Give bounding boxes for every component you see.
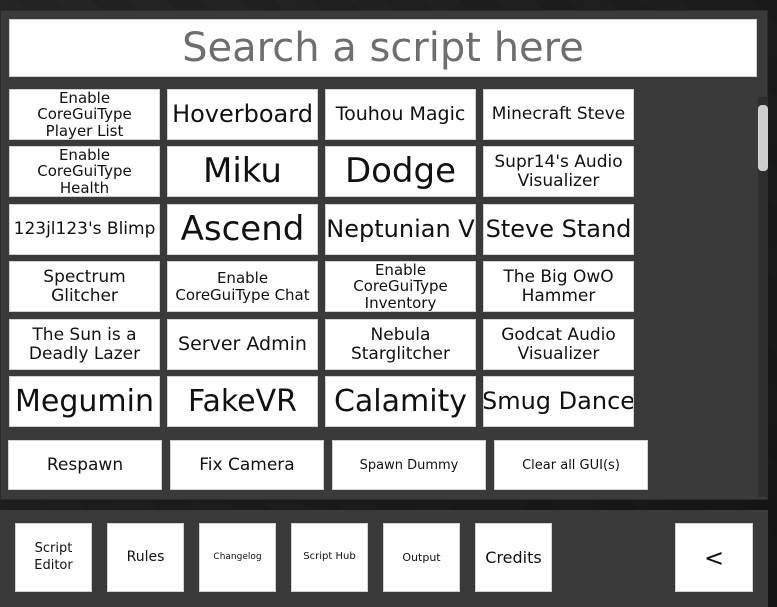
changelog-button[interactable]: Changelog <box>199 523 276 592</box>
script-button-the-sun-is-a-deadly-lazer[interactable]: The Sun is a Deadly Lazer <box>9 319 160 370</box>
script-button-dodge[interactable]: Dodge <box>325 146 476 197</box>
search-input[interactable]: Search a script here <box>9 19 757 77</box>
script-button-nebula-starglitcher[interactable]: Nebula Starglitcher <box>325 319 476 370</box>
script-editor-button[interactable]: Script Editor <box>15 523 92 592</box>
script-hub-panel: Search a script here Enable CoreGuiType … <box>0 10 768 500</box>
script-button-123jl123s-blimp[interactable]: 123jl123's Blimp <box>9 204 160 255</box>
script-button-enable-coreguitype-inventory[interactable]: Enable CoreGuiType Inventory <box>325 261 476 312</box>
spawn-dummy-button[interactable]: Spawn Dummy <box>332 440 486 490</box>
script-button-godcat-audio-visualizer[interactable]: Godcat Audio Visualizer <box>483 319 634 370</box>
script-button-server-admin[interactable]: Server Admin <box>167 319 318 370</box>
script-button-megumin[interactable]: Megumin <box>9 376 160 427</box>
script-button-fakevr[interactable]: FakeVR <box>167 376 318 427</box>
script-button-steve-stand[interactable]: Steve Stand <box>483 204 634 255</box>
collapse-button[interactable]: < <box>675 523 753 592</box>
script-button-enable-coreguitype-health[interactable]: Enable CoreGuiType Health <box>9 146 160 197</box>
script-button-spectrum-glitcher[interactable]: Spectrum Glitcher <box>9 261 160 312</box>
script-button-minecraft-steve[interactable]: Minecraft Steve <box>483 89 634 140</box>
script-button-miku[interactable]: Miku <box>167 146 318 197</box>
script-button-ascend[interactable]: Ascend <box>167 204 318 255</box>
respawn-button[interactable]: Respawn <box>8 440 162 490</box>
script-button-smug-dance[interactable]: Smug Dance <box>483 376 634 427</box>
clear-all-gui-button[interactable]: Clear all GUI(s) <box>494 440 648 490</box>
output-button[interactable]: Output <box>383 523 460 592</box>
script-button-touhou-magic[interactable]: Touhou Magic <box>325 89 476 140</box>
script-button-enable-coreguitype-chat[interactable]: Enable CoreGuiType Chat <box>167 261 318 312</box>
script-button-neptunian-v[interactable]: Neptunian V <box>325 204 476 255</box>
script-button-hoverboard[interactable]: Hoverboard <box>167 89 318 140</box>
script-list-scrollbar[interactable] <box>758 97 768 497</box>
script-button-supr14s-audio-visualizer[interactable]: Supr14's Audio Visualizer <box>483 146 634 197</box>
credits-button[interactable]: Credits <box>475 523 552 592</box>
rules-button[interactable]: Rules <box>107 523 184 592</box>
script-button-calamity[interactable]: Calamity <box>325 376 476 427</box>
script-button-enable-coreguitype-player-list[interactable]: Enable CoreGuiType Player List <box>9 89 160 140</box>
script-hub-button[interactable]: Script Hub <box>291 523 368 592</box>
script-button-the-big-owo-hammer[interactable]: The Big OwO Hammer <box>483 261 634 312</box>
scrollbar-thumb[interactable] <box>758 105 768 171</box>
fix-camera-button[interactable]: Fix Camera <box>170 440 324 490</box>
